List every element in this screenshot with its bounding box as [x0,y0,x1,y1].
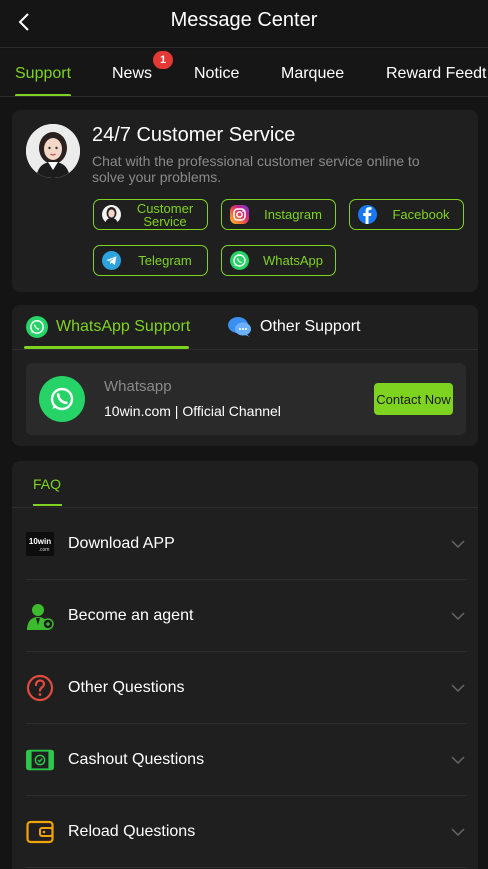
tab-news[interactable]: News [112,65,152,83]
chevron-down-icon [451,611,465,620]
customer-service-description: Chat with the professional customer serv… [92,153,420,185]
chevron-down-icon [451,539,465,548]
tab-notice[interactable]: Notice [194,65,239,83]
customer-service-card: 24/7 Customer Service Chat with the prof… [12,110,478,292]
customer-service-title: 24/7 Customer Service [92,124,296,146]
svg-text:10win: 10win [29,537,51,546]
whatsapp-icon [26,316,48,338]
support-card: WhatsApp Support Other Support Whatsapp … [12,305,478,446]
whatsapp-name: Whatsapp [104,378,172,395]
agent-icon [26,602,54,630]
instagram-button[interactable]: Instagram [221,199,336,230]
tab-reward-feedback[interactable]: Reward Feedt [386,65,487,83]
chevron-down-icon [451,755,465,764]
tab-support[interactable]: Support [15,65,71,83]
svg-text:.com: .com [39,547,50,553]
faq-item-other-questions[interactable]: Other Questions [26,652,466,724]
wallet-icon [26,818,54,846]
whatsapp-support-label: WhatsApp Support [56,318,191,335]
tab-faq[interactable]: FAQ [33,476,61,492]
instagram-label: Instagram [264,207,322,222]
tab-marquee[interactable]: Marquee [281,65,344,83]
whatsapp-channel: 10win.com | Official Channel [104,403,281,419]
news-badge: 1 [153,51,173,69]
customer-service-label: Customer Service [136,200,194,229]
chevron-down-icon [451,683,465,692]
contact-now-button[interactable]: Contact Now [374,383,453,415]
faq-item-label: Reload Questions [68,822,196,840]
avatar-icon [26,124,80,178]
whatsapp-icon [230,251,249,270]
faq-item-label: Become an agent [68,606,194,624]
app-header: Message Center [0,0,488,48]
telegram-icon [102,251,121,270]
facebook-button[interactable]: Facebook [349,199,464,230]
faq-tab-indicator [33,504,62,506]
faq-item-download-app[interactable]: 10win .com Download APP [26,508,466,580]
faq-item-become-agent[interactable]: Become an agent [26,580,466,652]
avatar [26,124,80,178]
other-support-label: Other Support [260,318,361,335]
telegram-label: Telegram [138,253,192,268]
whatsapp-label: WhatsApp [263,253,323,268]
avatar-icon [102,205,121,224]
chat-bubble-icon [228,317,251,337]
10win-logo-icon: 10win .com [26,530,54,558]
instagram-icon [230,205,249,224]
tab-whatsapp-support[interactable]: WhatsApp Support [26,316,190,338]
faq-item-label: Download APP [68,534,175,552]
whatsapp-button[interactable]: WhatsApp [221,245,336,276]
facebook-icon [358,205,377,224]
facebook-label: Facebook [392,207,450,222]
cash-icon [26,746,54,774]
telegram-button[interactable]: Telegram [93,245,208,276]
faq-item-label: Cashout Questions [68,750,205,768]
top-tabs: Support News Notice Marquee Reward Feedt [0,49,488,97]
chevron-down-icon [451,827,465,836]
customer-service-button[interactable]: Customer Service [93,199,208,230]
question-icon [26,674,54,702]
faq-item-reload-questions[interactable]: Reload Questions [26,796,466,868]
faq-item-label: Other Questions [68,678,185,696]
faq-item-cashout-questions[interactable]: Cashout Questions [26,724,466,796]
active-tab-indicator [15,94,71,96]
divider [12,349,478,350]
page-title: Message Center [170,9,318,31]
tab-other-support[interactable]: Other Support [228,316,361,338]
whatsapp-logo-icon [39,376,85,422]
whatsapp-channel-row: Whatsapp 10win.com | Official Channel Co… [26,363,466,435]
faq-card: FAQ 10win .com Download APP Become an age… [12,461,478,869]
